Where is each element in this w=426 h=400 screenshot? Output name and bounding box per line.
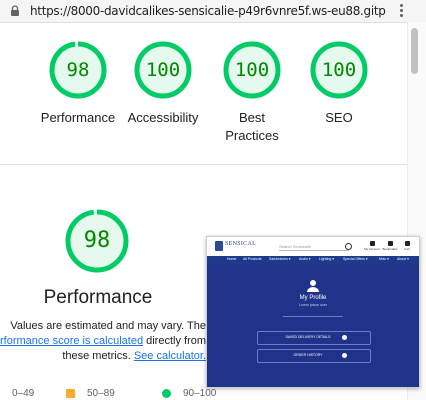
thumb-divider: [283, 316, 343, 317]
score-calculated-link[interactable]: rformance score is calculated: [0, 335, 143, 347]
url-bar[interactable]: https://8000-davidcalikes-sensicalie-p49…: [0, 0, 426, 23]
pass-circle-icon: [162, 388, 171, 398]
performance-description: Values are estimated and may vary. The r…: [0, 319, 206, 364]
thumb-nav-item: Sandwiches ▾: [269, 257, 291, 261]
gauge-accessibility[interactable]: 100: [133, 40, 193, 100]
thumb-nav-item: Misc ▾: [379, 257, 389, 261]
thumb-saved-delivery-button: SAVED DELIVERY DETAILS: [257, 331, 371, 345]
gauge-label-best-practices: Best Practices: [225, 110, 279, 143]
thumb-search-input: Search Sensicalie: [279, 243, 349, 251]
thumb-profile-icon: [307, 280, 319, 292]
desc-line-2-text: directly from: [143, 335, 207, 347]
gauge-seo[interactable]: 100: [309, 40, 369, 100]
thumb-page-title: My Profile: [299, 295, 327, 301]
legend-average: 50–89: [66, 388, 115, 399]
gauge-score: 98: [66, 59, 90, 81]
thumb-order-history-button: ORDER HISTORY: [257, 349, 371, 363]
thumb-logo-icon: [215, 241, 223, 251]
page-screenshot-thumbnail[interactable]: SENSICAL Search Sensicalie My Account Bo…: [206, 236, 420, 388]
legend-fail: 0–49: [0, 388, 34, 399]
desc-line-3-text: these metrics.: [62, 350, 134, 362]
performance-gauge: 98: [64, 208, 130, 274]
thumb-nav-item: All Products: [243, 257, 262, 261]
legend-fail-label: 0–49: [12, 388, 35, 399]
thumb-nav-item: Home: [227, 257, 237, 261]
thumb-page-subtitle: Lorem ipsum user: [298, 303, 327, 307]
gauge-score: 100: [234, 59, 270, 81]
thumb-header: SENSICAL Search Sensicalie My Account Bo…: [207, 237, 419, 256]
thumb-bookmark-icon: Bookmarks: [381, 241, 399, 251]
thumb-search-icon: [345, 243, 352, 250]
thumb-nav-item: Special Offers ▾: [343, 257, 368, 261]
gauge-best-practices[interactable]: 100: [222, 40, 282, 100]
legend-pass: 90–100: [162, 388, 216, 399]
legend-pass-label: 90–100: [183, 388, 217, 399]
legend-average-label: 50–89: [87, 388, 115, 399]
average-square-icon: [66, 388, 75, 398]
performance-score: 98: [83, 228, 111, 253]
desc-line-3: these metrics. See calculator.: [0, 349, 206, 364]
kebab-menu-icon[interactable]: [394, 2, 408, 20]
thumb-body: My Profile Lorem ipsum user SAVED DELIVE…: [207, 264, 419, 387]
performance-title: Performance: [43, 287, 153, 308]
desc-line-2: rformance score is calculated directly f…: [0, 334, 206, 349]
gauge-performance[interactable]: 98: [48, 40, 108, 100]
scrollbar-thumb[interactable]: [411, 28, 418, 74]
see-calculator-link[interactable]: See calculator.: [134, 350, 206, 362]
thumb-cart-icon: Cart: [398, 241, 416, 251]
lock-icon[interactable]: [8, 4, 22, 18]
thumb-nav-item: Lighting ▾: [319, 257, 334, 261]
thumb-nav-item: About ▾: [397, 257, 409, 261]
desc-line-1: Values are estimated and may vary. The: [10, 320, 206, 332]
thumb-nav-item: Audio ▾: [299, 257, 311, 261]
section-divider: [0, 164, 407, 165]
gauge-label-accessibility: Accessibility: [127, 110, 199, 125]
gauge-score: 100: [145, 59, 181, 81]
thumb-brand: SENSICAL: [225, 241, 257, 247]
gauge-label-seo: SEO: [325, 110, 353, 125]
url-text[interactable]: https://8000-davidcalikes-sensicalie-p49…: [30, 4, 386, 18]
score-legend: 0–49 50–89 90–100: [0, 388, 407, 400]
gauge-score: 100: [321, 59, 357, 81]
thumb-account-icon: My Account: [363, 241, 381, 251]
